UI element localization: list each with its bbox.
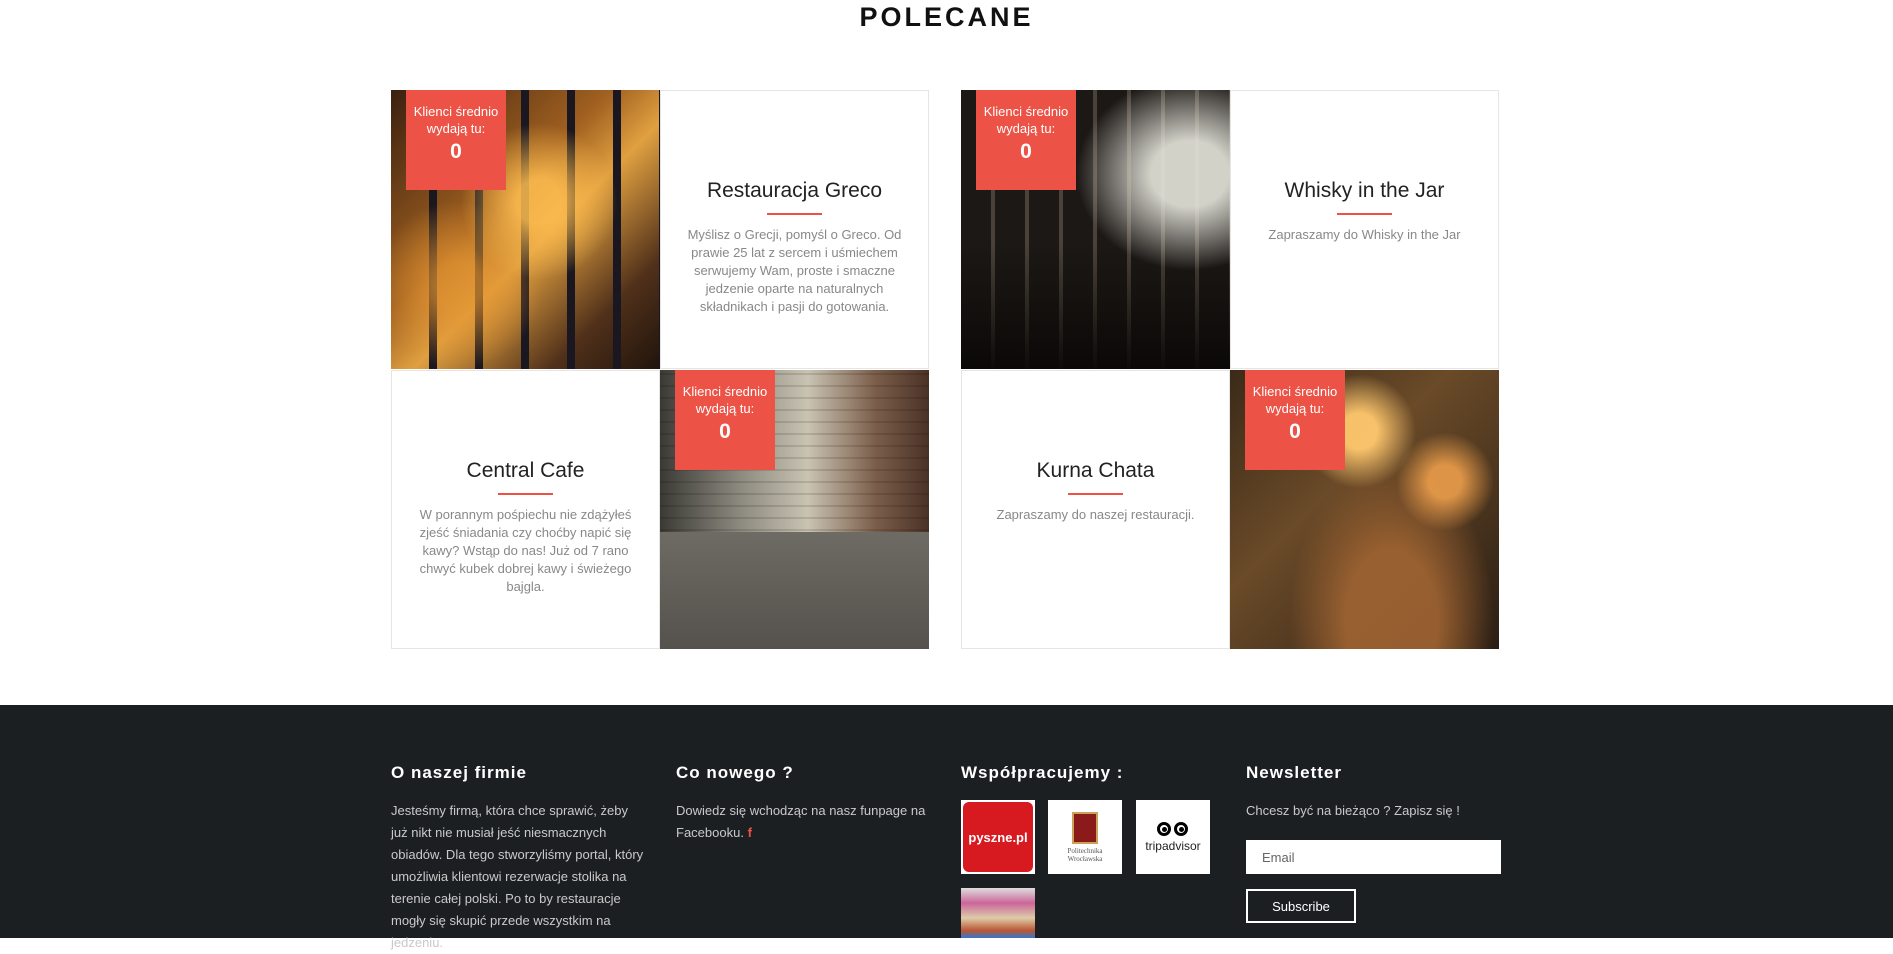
footer-news-text: Dowiedz się wchodząc na nasz funpage na …: [676, 800, 931, 844]
pyszne-logo-text: pyszne.pl: [963, 802, 1033, 872]
tripadvisor-logo-text: tripadvisor: [1145, 838, 1201, 853]
footer-newsletter-title: Newsletter: [1246, 763, 1342, 782]
badge-label: wydają tu:: [1265, 401, 1325, 416]
restaurant-description: Zapraszamy do naszej restauracji.: [996, 507, 1195, 522]
restaurant-name[interactable]: Whisky in the Jar: [1257, 179, 1472, 203]
restaurant-photo-whisky[interactable]: Klienci średnio wydają tu: 0: [961, 90, 1230, 369]
restaurant-info-greco: Restauracja Greco Myślisz o Grecji, pomy…: [660, 90, 929, 369]
badge-label: wydają tu:: [996, 121, 1056, 136]
badge-value: 0: [719, 420, 731, 443]
footer-partners-title: Współpracujemy :: [961, 763, 1124, 782]
badge-value: 0: [1020, 140, 1032, 163]
footer-newsletter: Newsletter Chcesz być na bieżąco ? Zapis…: [1246, 763, 1501, 822]
badge-value: 0: [450, 140, 462, 163]
restaurant-info-central-cafe: Central Cafe W porannym pośpiechu nie zd…: [391, 370, 660, 649]
footer: O naszej firmie Jesteśmy firmą, która ch…: [0, 705, 1893, 950]
badge-label: Klienci średnio: [682, 384, 768, 399]
restaurant-info-whisky: Whisky in the Jar Zapraszamy do Whisky i…: [1230, 90, 1499, 369]
featured-grid: Klienci średnio wydają tu: 0 Restauracja…: [391, 90, 1500, 650]
restaurant-description: Myślisz o Grecji, pomyśl o Greco. Od pra…: [687, 227, 902, 314]
restaurant-info-kurna-chata: Kurna Chata Zapraszamy do naszej restaur…: [961, 370, 1230, 649]
crest-icon: [1072, 811, 1098, 844]
facebook-icon[interactable]: f: [748, 825, 752, 840]
restaurant-name[interactable]: Kurna Chata: [988, 459, 1203, 483]
restaurant-description: Zapraszamy do Whisky in the Jar: [1268, 227, 1461, 242]
owl-icon: [1145, 821, 1200, 836]
badge-label: wydają tu:: [426, 121, 486, 136]
badge-label: Klienci średnio: [1252, 384, 1338, 399]
badge-label: Klienci średnio: [413, 104, 499, 119]
footer-about-text: Jesteśmy firmą, która chce sprawić, żeby…: [391, 803, 644, 950]
divider: [767, 213, 822, 215]
restaurant-photo-central-cafe[interactable]: Klienci średnio wydają tu: 0: [660, 370, 929, 649]
footer-news: Co nowego ? Dowiedz się wchodząc na nasz…: [676, 763, 931, 844]
section-title: POLECANE: [859, 2, 1034, 32]
spend-badge: Klienci średnio wydają tu: 0: [675, 370, 775, 470]
restaurant-name[interactable]: Central Cafe: [418, 459, 633, 483]
partner-tripadvisor-logo[interactable]: tripadvisor: [1136, 800, 1210, 874]
footer-partners: Współpracujemy :: [961, 763, 1216, 800]
footer-news-title: Co nowego ?: [676, 763, 794, 782]
spend-badge: Klienci średnio wydają tu: 0: [1245, 370, 1345, 470]
pwr-logo-text: Politechnika Wrocławska: [1067, 846, 1103, 863]
footer-about-title: O naszej firmie: [391, 763, 527, 782]
badge-label: wydają tu:: [695, 401, 755, 416]
subscribe-button[interactable]: Subscribe: [1246, 889, 1356, 923]
partner-image-logo[interactable]: [961, 888, 1035, 938]
footer-newsletter-text: Chcesz być na bieżąco ? Zapisz się !: [1246, 803, 1460, 818]
footer-about: O naszej firmie Jesteśmy firmą, która ch…: [391, 763, 646, 954]
restaurant-description: W porannym pośpiechu nie zdążyłeś zjeść …: [419, 507, 632, 594]
divider: [1337, 213, 1392, 215]
spend-badge: Klienci średnio wydają tu: 0: [976, 90, 1076, 190]
news-text: Dowiedz się wchodząc na nasz funpage na …: [676, 803, 926, 840]
badge-value: 0: [1289, 420, 1301, 443]
restaurant-photo-greco[interactable]: Klienci średnio wydają tu: 0: [391, 90, 660, 369]
partner-pyszne-logo[interactable]: pyszne.pl: [961, 800, 1035, 874]
newsletter-email-input[interactable]: Email: [1246, 840, 1501, 874]
partner-pwr-logo[interactable]: Politechnika Wrocławska: [1048, 800, 1122, 874]
restaurant-name[interactable]: Restauracja Greco: [687, 179, 902, 203]
divider: [498, 493, 553, 495]
restaurant-photo-kurna-chata[interactable]: Klienci średnio wydają tu: 0: [1230, 370, 1499, 649]
badge-label: Klienci średnio: [983, 104, 1069, 119]
divider: [1068, 493, 1123, 495]
spend-badge: Klienci średnio wydają tu: 0: [406, 90, 506, 190]
